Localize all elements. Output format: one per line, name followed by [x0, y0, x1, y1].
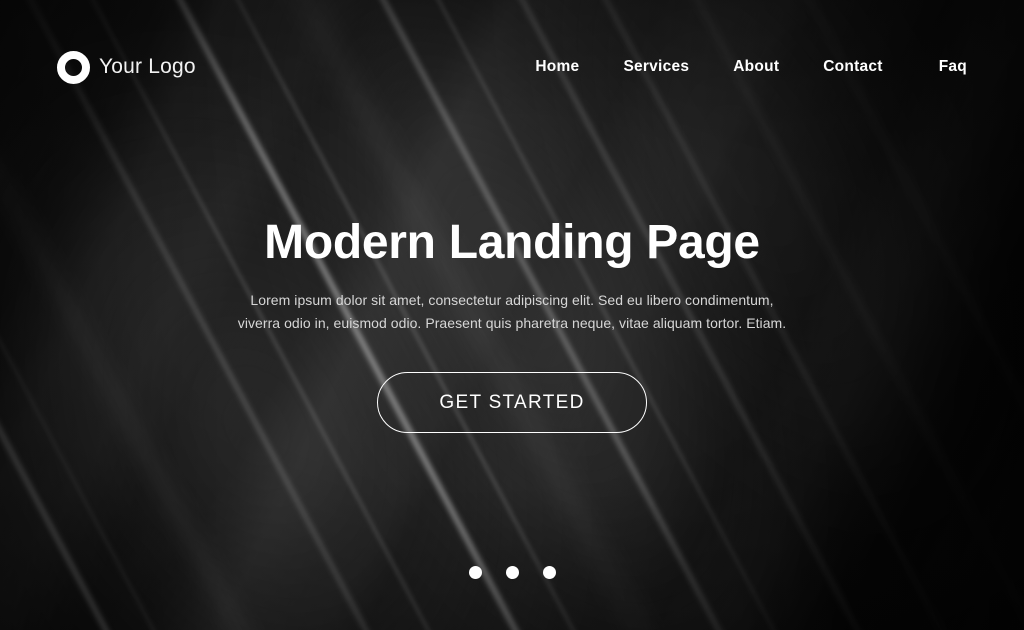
nav-item-home[interactable]: Home [535, 52, 579, 82]
hero-section: Modern Landing Page Lorem ipsum dolor si… [0, 216, 1024, 434]
nav-item-faq[interactable]: Faq [939, 52, 967, 82]
landing-page-hero: Your Logo Home Services About Contact Fa… [0, 0, 1024, 630]
site-header: Your Logo Home Services About Contact Fa… [0, 0, 1024, 134]
nav-item-about[interactable]: About [733, 52, 779, 82]
nav-item-contact[interactable]: Contact [823, 52, 882, 82]
hero-title: Modern Landing Page [264, 216, 760, 269]
carousel-dot-1[interactable] [468, 566, 482, 579]
carousel-dot-2[interactable] [505, 566, 519, 579]
carousel-dots [0, 566, 1024, 579]
brand-name: Your Logo [99, 55, 196, 78]
nav-item-services[interactable]: Services [623, 52, 689, 82]
brand-logo[interactable]: Your Logo [57, 50, 196, 84]
main-navigation: Home Services About Contact Faq [535, 52, 967, 82]
get-started-button[interactable]: GET STARTED [377, 372, 647, 434]
carousel-dot-3[interactable] [542, 566, 556, 579]
hero-paragraph: Lorem ipsum dolor sit amet, consectetur … [237, 291, 787, 331]
ring-logo-icon [57, 51, 90, 84]
